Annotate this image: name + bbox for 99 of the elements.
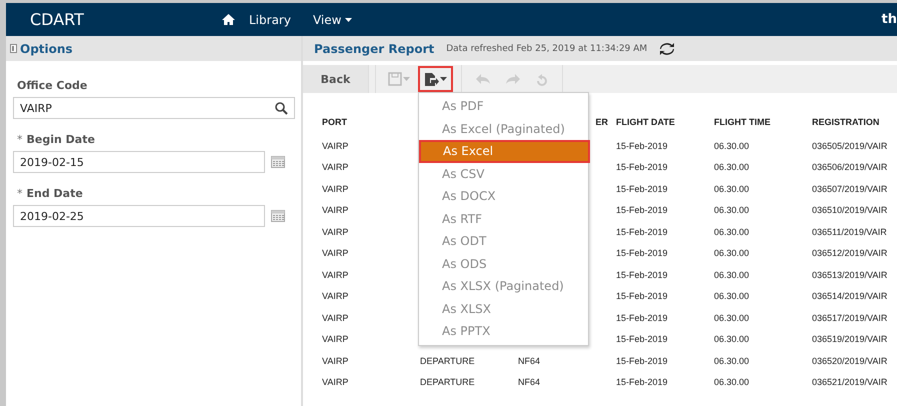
caret-icon xyxy=(345,18,352,22)
export-option[interactable]: As XLSX xyxy=(419,298,590,320)
export-option[interactable]: As CSV xyxy=(419,162,590,185)
export-option[interactable]: As ODT xyxy=(419,230,590,252)
user-name[interactable]: th xyxy=(882,12,897,27)
column-header: ER xyxy=(595,116,608,129)
table-cell-text: 036510/2019/VAIR xyxy=(812,204,888,218)
column-header: FLIGHT TIME xyxy=(714,116,770,129)
refresh-status: Data refreshed Feb 25, 2019 at 11:34:29 AM xyxy=(446,44,648,54)
search-icon[interactable] xyxy=(275,102,288,114)
table-cell-text: VAIRP xyxy=(322,226,350,239)
table-cell-text: 06.30.00 xyxy=(714,268,750,282)
report-title: Passenger Report xyxy=(314,42,434,56)
table-cell-text: 06.30.00 xyxy=(714,376,750,390)
home-icon[interactable] xyxy=(222,14,235,25)
table-cell-text: 06.30.00 xyxy=(714,333,750,346)
app-brand: CDART xyxy=(30,10,85,29)
nav-link[interactable]: Library xyxy=(249,12,291,26)
table-cell-text: VAIRP xyxy=(322,268,350,282)
table-cell-text: 06.30.00 xyxy=(714,312,750,325)
table-cell-text: 15-Feb-2019 xyxy=(616,204,669,218)
view-menu[interactable]: View xyxy=(312,12,352,26)
table-cell-text: 036512/2019/VAIR xyxy=(812,247,888,260)
table-cell-text: VAIRP xyxy=(322,312,350,325)
date-field[interactable]: 2019-02-15 xyxy=(13,151,265,173)
office-code-field[interactable]: VAIRP xyxy=(13,97,295,119)
table-cell-text: 15-Feb-2019 xyxy=(616,182,669,196)
table-cell-text: 15-Feb-2019 xyxy=(616,226,669,239)
column-header: PORT xyxy=(322,116,348,129)
table-cell-text: VAIRP xyxy=(322,376,350,390)
redo-icon[interactable] xyxy=(506,74,520,84)
save-icon xyxy=(388,72,402,86)
export-option[interactable]: As Excel xyxy=(419,140,590,162)
revert-icon[interactable] xyxy=(536,72,548,86)
table-cell-text: NF64 xyxy=(518,376,542,390)
table-cell-text: 06.30.00 xyxy=(714,204,750,218)
export-option[interactable]: As PDF xyxy=(419,95,590,118)
table-cell-text: 06.30.00 xyxy=(714,247,750,260)
required-mark: * xyxy=(17,133,22,147)
table-cell-text: 06.30.00 xyxy=(714,161,750,174)
export-button[interactable] xyxy=(418,66,453,92)
table-cell-text: 15-Feb-2019 xyxy=(616,354,669,368)
back-button[interactable]: Back xyxy=(303,65,369,93)
table-cell-text: 036514/2019/VAIR xyxy=(812,290,888,304)
table-cell-text: 06.30.00 xyxy=(714,140,750,153)
table-cell-text: 15-Feb-2019 xyxy=(616,268,669,282)
table-cell-text: VAIRP xyxy=(322,182,350,196)
table-cell-text: 06.30.00 xyxy=(714,354,750,368)
export-option[interactable]: As PPTX xyxy=(419,320,590,342)
column-header: REGISTRATION xyxy=(812,116,880,129)
table-cell-text: VAIRP xyxy=(322,290,350,304)
refresh-icon[interactable] xyxy=(659,42,676,54)
table-cell-text: VAIRP xyxy=(322,161,350,174)
field-label: Office Code xyxy=(17,79,88,93)
table-cell-text: 06.30.00 xyxy=(714,226,750,239)
field-label: End Date xyxy=(26,187,83,201)
table-cell-text: DEPARTURE xyxy=(420,376,476,390)
table-cell-text: 036517/2019/VAIR xyxy=(812,312,888,325)
calendar-icon[interactable] xyxy=(271,156,285,168)
date-field[interactable]: 2019-02-25 xyxy=(13,205,265,227)
export-option[interactable]: As RTF xyxy=(419,208,590,230)
table-cell-text: 15-Feb-2019 xyxy=(616,312,669,325)
table-cell-text: 15-Feb-2019 xyxy=(616,140,669,153)
export-icon xyxy=(424,72,439,86)
export-option[interactable]: As DOCX xyxy=(419,185,590,208)
table-cell-text: 036507/2019/VAIR xyxy=(812,182,888,196)
options-title: Options xyxy=(20,42,73,56)
export-option[interactable]: As XLSX (Paginated) xyxy=(419,275,590,298)
table-cell-text: 036513/2019/VAIR xyxy=(812,268,888,282)
column-header: FLIGHT DATE xyxy=(616,116,675,129)
table-cell-text: 15-Feb-2019 xyxy=(616,333,669,346)
table-cell-text: VAIRP xyxy=(322,204,350,218)
field-label: Begin Date xyxy=(26,133,95,147)
table-cell-text: 15-Feb-2019 xyxy=(616,247,669,260)
table-cell-text: 036505/2019/VAIR xyxy=(812,140,888,153)
export-option[interactable]: As Excel (Paginated) xyxy=(419,118,590,140)
table-cell-text: VAIRP xyxy=(322,354,350,368)
table-cell-text: 15-Feb-2019 xyxy=(616,290,669,304)
table-cell-text: NF64 xyxy=(518,354,542,368)
undo-icon[interactable] xyxy=(476,74,490,84)
table-cell-text: 036520/2019/VAIR xyxy=(812,354,888,368)
table-cell-text: DEPARTURE xyxy=(420,354,476,368)
table-cell-text: VAIRP xyxy=(322,333,350,346)
required-mark: * xyxy=(17,187,22,201)
calendar-icon[interactable] xyxy=(271,210,285,222)
table-cell-text: 036521/2019/VAIR xyxy=(812,376,888,390)
table-cell-text: VAIRP xyxy=(322,247,350,260)
collapse-icon[interactable] xyxy=(10,44,17,53)
export-option[interactable]: As ODS xyxy=(419,252,590,275)
table-cell-text: 06.30.00 xyxy=(714,182,750,196)
table-cell-text: 036506/2019/VAIR xyxy=(812,161,888,174)
table-cell-text: 15-Feb-2019 xyxy=(616,376,669,390)
caret-icon xyxy=(403,77,410,81)
table-cell-text: 15-Feb-2019 xyxy=(616,161,669,174)
table-cell-text: 036511/2019/VAIR xyxy=(812,226,888,239)
table-cell-text: VAIRP xyxy=(322,140,350,153)
caret-icon xyxy=(440,77,447,81)
table-cell-text: 06.30.00 xyxy=(714,290,750,304)
table-cell-text: 036519/2019/VAIR xyxy=(812,333,888,346)
